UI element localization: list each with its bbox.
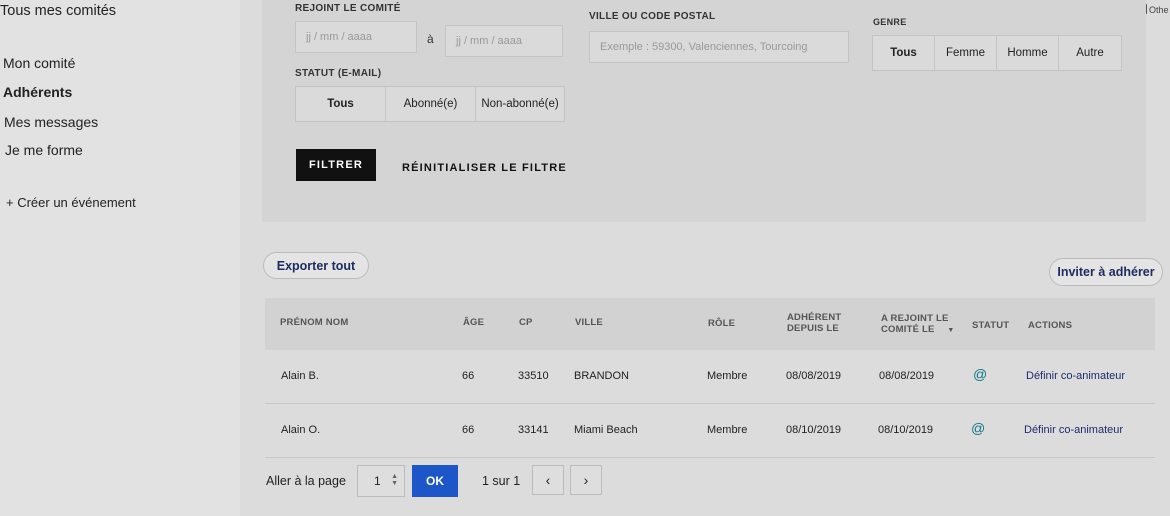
cell-joined: 08/08/2019 [879, 370, 935, 382]
col-role[interactable]: RÔLE [708, 318, 735, 329]
city-label: VILLE OU CODE POSTAL [589, 11, 716, 22]
status-label: STATUT (E-MAIL) [295, 68, 382, 79]
joined-label: REJOINT LE COMITÉ [295, 3, 401, 14]
date-separator: à [427, 32, 434, 46]
chevron-right-icon: › [583, 472, 589, 488]
cell-member-since: 08/08/2019 [786, 370, 842, 382]
create-event-link[interactable]: + Créer un événement [6, 195, 136, 210]
filter-button[interactable]: FILTRER [296, 149, 376, 181]
sidebar-item-je-me-forme[interactable]: Je me forme [5, 142, 83, 158]
sidebar-item-mes-messages[interactable]: Mes messages [4, 114, 98, 130]
col-actions: ACTIONS [1028, 320, 1073, 331]
email-status-icon: @ [971, 420, 986, 436]
email-status-icon: @ [973, 366, 988, 382]
cell-joined: 08/10/2019 [878, 424, 934, 436]
cell-member-since: 08/10/2019 [786, 424, 842, 436]
page-info: 1 sur 1 [482, 474, 521, 488]
cell-age: 66 [462, 424, 475, 436]
reset-filter-button[interactable]: RÉINITIALISER LE FILTRE [402, 162, 567, 174]
sidebar: Tous mes comités Mon comité Adhérents Me… [0, 0, 240, 516]
table-row: Alain O. 66 33141 Miami Beach Membre 08/… [265, 404, 1155, 458]
cell-name: Alain B. [281, 370, 319, 382]
cell-name: Alain O. [281, 424, 321, 436]
cell-cp: 33141 [518, 424, 549, 436]
prev-page-button[interactable]: ‹ [532, 465, 564, 495]
status-option-tous[interactable]: Tous [296, 87, 386, 121]
col-member-since[interactable]: ADHÉRENT DEPUIS LE [787, 312, 841, 334]
gender-option-tous[interactable]: Tous [873, 36, 935, 70]
filter-panel: REJOINT LE COMITÉ jj / mm / aaaa à jj / … [262, 0, 1146, 222]
cell-age: 66 [462, 370, 475, 382]
sidebar-item-mon-comite[interactable]: Mon comité [3, 55, 75, 71]
set-coanimator-link[interactable]: Définir co-animateur [1026, 370, 1125, 382]
table-header: PRÉNOM NOM ÂGE CP VILLE RÔLE ADHÉRENT DE… [265, 298, 1155, 350]
main-content: REJOINT LE COMITÉ jj / mm / aaaa à jj / … [262, 0, 1170, 516]
status-option-abonne[interactable]: Abonné(e) [386, 87, 476, 121]
col-city[interactable]: VILLE [575, 317, 603, 328]
table-row: Alain B. 66 33510 BRANDON Membre 08/08/2… [265, 350, 1155, 404]
sidebar-title[interactable]: Tous mes comités [0, 3, 116, 19]
ok-button[interactable]: OK [412, 465, 458, 497]
status-selector: Tous Abonné(e) Non-abonné(e) [295, 86, 565, 122]
set-coanimator-link[interactable]: Définir co-animateur [1024, 424, 1123, 436]
chevron-left-icon: ‹ [545, 472, 551, 488]
col-joined[interactable]: A REJOINT LE COMITÉ LE ▼ [881, 313, 955, 336]
col-age[interactable]: ÂGE [463, 317, 484, 328]
sort-down-icon: ▼ [947, 327, 955, 334]
cell-city: Miami Beach [574, 424, 638, 436]
goto-page-label: Aller à la page [266, 474, 346, 488]
stepper-icon[interactable]: ▲ ▼ [391, 473, 398, 487]
gender-option-femme[interactable]: Femme [935, 36, 997, 70]
col-name[interactable]: PRÉNOM NOM [280, 317, 349, 328]
cell-role: Membre [707, 424, 748, 436]
members-table: PRÉNOM NOM ÂGE CP VILLE RÔLE ADHÉRENT DE… [265, 298, 1155, 458]
invite-button[interactable]: Inviter à adhérer [1049, 258, 1163, 286]
gender-option-homme[interactable]: Homme [997, 36, 1059, 70]
col-cp[interactable]: CP [519, 317, 533, 328]
gender-option-autre[interactable]: Autre [1059, 36, 1121, 70]
gender-label: GENRE [873, 17, 907, 27]
export-all-button[interactable]: Exporter tout [263, 252, 369, 279]
cell-city: BRANDON [574, 370, 630, 382]
gender-selector: Tous Femme Homme Autre [872, 35, 1122, 71]
date-from-input[interactable]: jj / mm / aaaa [295, 21, 417, 53]
next-page-button[interactable]: › [570, 465, 602, 495]
status-option-non-abonne[interactable]: Non-abonné(e) [476, 87, 564, 121]
date-to-input[interactable]: jj / mm / aaaa [445, 25, 563, 57]
col-status[interactable]: STATUT [972, 320, 1009, 331]
cell-cp: 33510 [518, 370, 549, 382]
page-number-input[interactable]: 1 ▲ ▼ [357, 465, 405, 497]
cell-role: Membre [707, 370, 748, 382]
sidebar-item-adherents[interactable]: Adhérents [3, 84, 72, 100]
city-input[interactable]: Exemple : 59300, Valenciennes, Tourcoing [589, 31, 849, 63]
